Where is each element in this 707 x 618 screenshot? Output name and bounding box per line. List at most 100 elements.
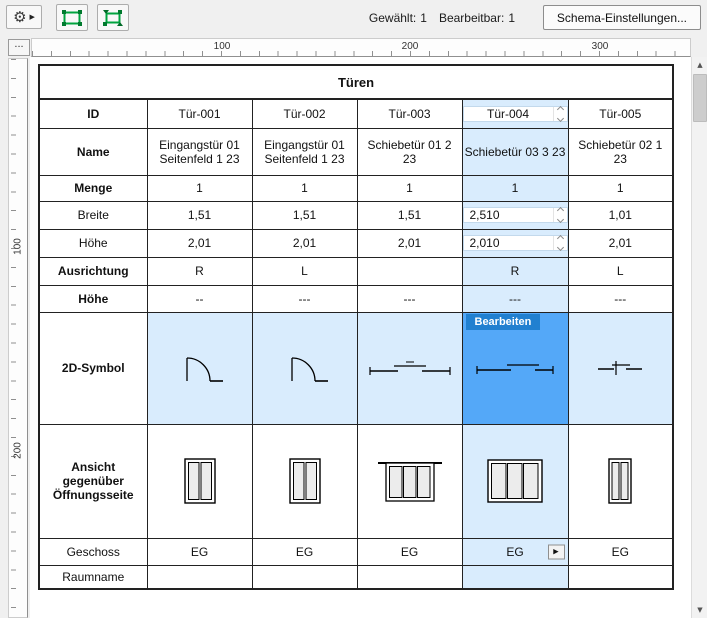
transform-region-icon	[103, 9, 123, 26]
cell-symbol-3[interactable]	[356, 311, 463, 425]
row-id: ID Tür-001 Tür-002 Tür-003 Tür-004 Tür-0…	[38, 98, 674, 129]
cell-ansicht-5[interactable]	[567, 423, 674, 539]
cell-breite-1[interactable]: 1,51	[146, 200, 253, 230]
stepper-up-icon[interactable]	[556, 234, 564, 243]
cell-breite-3[interactable]: 1,51	[356, 200, 463, 230]
stepper-down-icon[interactable]	[556, 215, 564, 224]
cell-ansicht-3[interactable]	[356, 423, 463, 539]
row-geschoss: Geschoss EG EG EG EG ▶ EG	[38, 537, 674, 566]
hoehe-edit-value[interactable]: 2,010	[464, 236, 553, 250]
cell-id-tuer003[interactable]: Tür-003	[356, 98, 463, 129]
cell-id-tuer001[interactable]: Tür-001	[146, 98, 253, 129]
cell-symbol-1[interactable]	[146, 311, 253, 425]
cell-geschoss-4[interactable]: EG ▶	[461, 537, 569, 566]
cell-symbol-5[interactable]	[567, 311, 674, 425]
hoehe-edit-field[interactable]: 2,010	[463, 234, 567, 252]
scroll-down-icon: ▼	[697, 606, 703, 614]
cell-hoehe2-1[interactable]: --	[146, 284, 253, 313]
select-region-button[interactable]	[56, 4, 88, 31]
schema-settings-button[interactable]: Schema-Einstellungen...	[542, 5, 701, 30]
id-edit-field[interactable]: Tür-004	[463, 105, 567, 122]
ruler-options-button[interactable]: ...	[8, 39, 30, 56]
cell-menge-5[interactable]: 1	[567, 174, 674, 202]
cell-hoehe-3[interactable]: 2,01	[356, 228, 463, 258]
breite-stepper	[552, 206, 567, 224]
cell-raumname-1[interactable]	[146, 564, 253, 590]
row-breite: Breite 1,51 1,51 1,51 2,510 1,01	[38, 200, 674, 230]
cell-breite-5[interactable]: 1,01	[567, 200, 674, 230]
h-ruler-mark-300: 300	[591, 41, 609, 52]
cell-symbol-2[interactable]	[251, 311, 358, 425]
cell-ausrichtung-1[interactable]: R	[146, 256, 253, 286]
bearbeiten-button[interactable]: Bearbeiten	[465, 313, 541, 330]
row-label-geschoss: Geschoss	[38, 537, 148, 566]
scroll-up-button[interactable]: ▲	[692, 57, 707, 73]
stepper-down-icon[interactable]	[556, 243, 564, 252]
h-ruler-mark-100: 100	[213, 41, 231, 52]
door-swing-icon	[185, 357, 223, 382]
cell-breite-4[interactable]: 2,510	[461, 200, 569, 230]
cell-ansicht-1[interactable]	[146, 423, 253, 539]
cell-name-1[interactable]: Eingangstür 01 Seitenfeld 1 23	[146, 127, 253, 176]
cell-geschoss-5[interactable]: EG	[567, 537, 674, 566]
cell-geschoss-3[interactable]: EG	[356, 537, 463, 566]
cell-hoehe-2[interactable]: 2,01	[251, 228, 358, 258]
cell-ausrichtung-5[interactable]: L	[567, 256, 674, 286]
scroll-up-icon: ▲	[697, 61, 703, 69]
row-ausrichtung: Ausrichtung R L R L	[38, 256, 674, 286]
breite-edit-field[interactable]: 2,510	[463, 206, 567, 224]
scroll-down-button[interactable]: ▼	[692, 602, 707, 618]
update-selection-button[interactable]	[97, 4, 129, 31]
cell-symbol-4-selected[interactable]: Bearbeiten	[461, 311, 569, 425]
cell-ausrichtung-4[interactable]: R	[461, 256, 569, 286]
cell-ausrichtung-3[interactable]	[356, 256, 463, 286]
stepper-down-icon[interactable]	[556, 114, 564, 122]
id-edit-value[interactable]: Tür-004	[464, 107, 553, 121]
cell-ausrichtung-2[interactable]: L	[251, 256, 358, 286]
cell-menge-1[interactable]: 1	[146, 174, 253, 202]
door-elevation-icon	[608, 458, 632, 504]
cell-hoehe-5[interactable]: 2,01	[567, 228, 674, 258]
cell-name-3[interactable]: Schiebetür 01 2 23	[356, 127, 463, 176]
vertical-ruler: 100 200	[8, 58, 28, 618]
breite-edit-value[interactable]: 2,510	[464, 208, 553, 222]
cell-geschoss-2[interactable]: EG	[251, 537, 358, 566]
stepper-up-icon[interactable]	[556, 105, 564, 113]
options-button[interactable]: ⚙ ▶	[6, 5, 42, 29]
door-schedule-table: Türen ID Tür-001 Tür-002 Tür-003 Tür-004	[38, 64, 675, 590]
cell-raumname-5[interactable]	[567, 564, 674, 590]
cell-id-tuer005[interactable]: Tür-005	[567, 98, 674, 129]
jump-to-story-button[interactable]: ▶	[547, 544, 565, 559]
cell-name-4[interactable]: Schiebetür 03 3 23	[461, 127, 569, 176]
cell-ansicht-2[interactable]	[251, 423, 358, 539]
cell-geschoss-1[interactable]: EG	[146, 537, 253, 566]
geschoss-value[interactable]: EG	[506, 545, 523, 559]
cell-id-tuer004[interactable]: Tür-004	[461, 98, 569, 129]
cell-raumname-4[interactable]	[461, 564, 569, 590]
cell-menge-4[interactable]: 1	[461, 174, 569, 202]
row-2d-symbol: 2D-Symbol Bearbeiten	[38, 311, 674, 425]
row-name: Name Eingangstür 01 Seitenfeld 1 23 Eing…	[38, 127, 674, 176]
vertical-scrollbar[interactable]: ▲ ▼	[691, 57, 707, 618]
v-ruler-mark-100: 100	[12, 238, 24, 255]
cell-raumname-2[interactable]	[251, 564, 358, 590]
cell-hoehe-1[interactable]: 2,01	[146, 228, 253, 258]
cell-hoehe2-4[interactable]: ---	[461, 284, 569, 313]
cell-ansicht-4[interactable]	[461, 423, 569, 539]
cell-hoehe2-5[interactable]: ---	[567, 284, 674, 313]
stepper-up-icon[interactable]	[556, 206, 564, 215]
dropdown-arrow-icon: ▶	[29, 13, 35, 21]
cell-name-5[interactable]: Schiebetür 02 1 23	[567, 127, 674, 176]
cell-breite-2[interactable]: 1,51	[251, 200, 358, 230]
cell-menge-2[interactable]: 1	[251, 174, 358, 202]
row-label-name: Name	[38, 127, 148, 176]
cell-id-tuer002[interactable]: Tür-002	[251, 98, 358, 129]
cell-hoehe2-3[interactable]: ---	[356, 284, 463, 313]
cell-name-2[interactable]: Eingangstür 01 Seitenfeld 1 23	[251, 127, 358, 176]
cell-hoehe-4[interactable]: 2,010	[461, 228, 569, 258]
cell-hoehe2-2[interactable]: ---	[251, 284, 358, 313]
scrollbar-thumb[interactable]	[693, 74, 707, 122]
cell-raumname-3[interactable]	[356, 564, 463, 590]
cell-menge-3[interactable]: 1	[356, 174, 463, 202]
schedule-window: ⚙ ▶ Gewählt: 1 Bearbeitbar: 1 Schema-Ein…	[0, 0, 707, 618]
